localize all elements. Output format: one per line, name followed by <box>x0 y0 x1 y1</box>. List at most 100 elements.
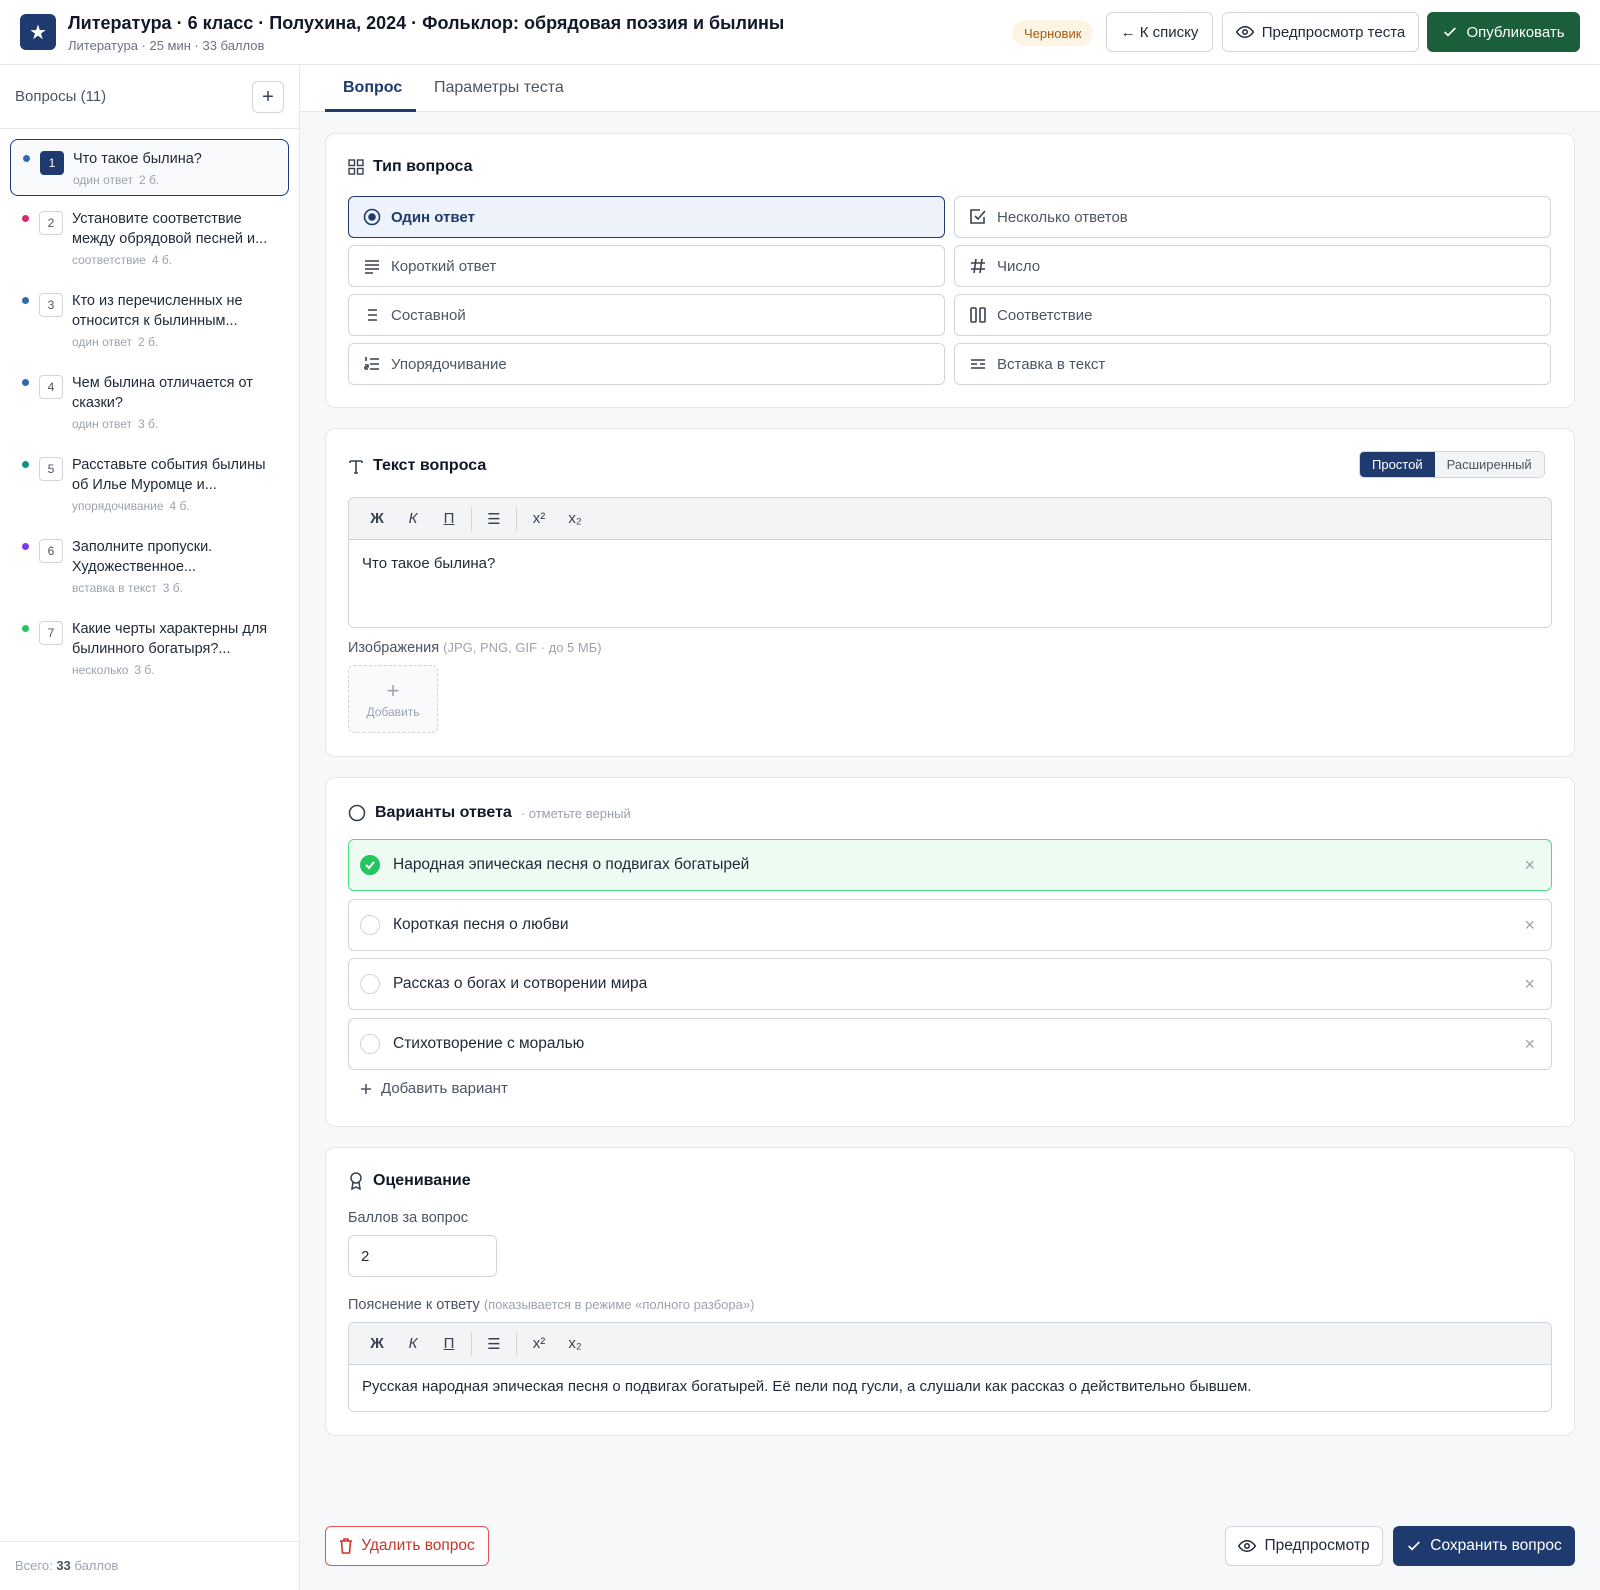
answer-radio[interactable] <box>360 915 380 935</box>
answer-option[interactable]: Короткая песня о любви × <box>348 899 1552 951</box>
list-button[interactable]: ☰ <box>476 1329 512 1359</box>
editor-toolbar: Ж К П ☰ x² x₂ <box>349 1323 1551 1365</box>
type-multiple-answers[interactable]: Несколько ответов <box>954 196 1551 238</box>
plus-icon: + <box>386 677 400 703</box>
total-suffix: баллов <box>74 1558 119 1573</box>
question-score: 2 б. <box>138 335 159 349</box>
question-text-header: Текст вопроса <box>348 457 486 475</box>
short-text-icon <box>363 257 381 275</box>
page-subtitle: Литература · 25 мин · 33 баллов <box>68 38 265 53</box>
correct-check-icon[interactable] <box>360 855 380 875</box>
answer-option[interactable]: Рассказ о богах и сотворении мира × <box>348 958 1552 1010</box>
question-title: Заполните пропуски. Художественное... <box>72 539 213 575</box>
questions-sidebar: Вопросы (11) + 1 Что такое былина? один … <box>0 65 300 1590</box>
sidebar-item-question-5[interactable]: 5 Расставьте события былины об Илье Муро… <box>10 446 289 523</box>
publish-button[interactable]: Опубликовать <box>1427 12 1580 52</box>
question-text-input[interactable]: Что такое былина? <box>349 540 1551 627</box>
subscript-button[interactable]: x₂ <box>557 504 593 534</box>
question-type: несколько <box>72 663 129 677</box>
type-short-answer[interactable]: Короткий ответ <box>348 245 945 287</box>
bold-button[interactable]: Ж <box>359 504 395 534</box>
answers-card: Варианты ответа · отметьте верный Народн… <box>325 777 1575 1127</box>
answers-title: Варианты ответа <box>375 804 512 821</box>
preview-question-button[interactable]: Предпросмотр <box>1225 1526 1383 1566</box>
answer-text[interactable]: Стихотворение с моралью <box>393 1035 584 1053</box>
trash-icon <box>339 1538 353 1554</box>
columns-icon <box>969 306 987 324</box>
delete-question-button[interactable]: Удалить вопрос <box>325 1526 489 1566</box>
question-title: Кто из перечисленных не относится к были… <box>72 293 243 329</box>
answer-radio[interactable] <box>360 1034 380 1054</box>
superscript-button[interactable]: x² <box>521 1329 557 1359</box>
delete-answer-icon[interactable]: × <box>1524 915 1535 936</box>
delete-answer-icon[interactable]: × <box>1524 974 1535 995</box>
delete-answer-icon[interactable]: × <box>1524 855 1535 876</box>
delete-question-label: Удалить вопрос <box>361 1537 475 1554</box>
add-variant-button[interactable]: Добавить вариант <box>360 1080 508 1097</box>
question-color-dot <box>22 297 29 304</box>
subscript-button[interactable]: x₂ <box>557 1329 593 1359</box>
answers-hint: · отметьте верный <box>520 805 631 821</box>
question-color-dot <box>22 379 29 386</box>
preview-test-button[interactable]: Предпросмотр теста <box>1222 12 1419 52</box>
question-title: Установите соответствие между обрядовой … <box>72 211 268 247</box>
question-preview: Расставьте события былины об Илье Муромц… <box>72 455 280 516</box>
editor-toolbar: Ж К П ☰ x² x₂ <box>349 498 1551 540</box>
type-label: Вставка в текст <box>997 355 1106 373</box>
question-color-dot <box>22 215 29 222</box>
back-to-list-button[interactable]: ← К списку <box>1106 12 1213 52</box>
question-title: Что такое былина? <box>73 151 202 167</box>
answer-option[interactable]: Стихотворение с моралью × <box>348 1018 1552 1070</box>
question-score: 3 б. <box>138 417 159 431</box>
sidebar-item-question-1[interactable]: 1 Что такое былина? один ответ 2 б. <box>10 139 289 196</box>
save-question-button[interactable]: Сохранить вопрос <box>1393 1526 1575 1566</box>
type-matching[interactable]: Соответствие <box>954 294 1551 336</box>
type-ordering[interactable]: Упорядочивание <box>348 343 945 385</box>
list-button[interactable]: ☰ <box>476 504 512 534</box>
answer-text[interactable]: Рассказ о богах и сотворении мира <box>393 975 647 993</box>
underline-button[interactable]: П <box>431 1329 467 1359</box>
save-question-label: Сохранить вопрос <box>1430 1537 1562 1554</box>
sidebar-item-question-7[interactable]: 7 Какие черты характерны для былинного б… <box>10 610 289 687</box>
type-number[interactable]: Число <box>954 245 1551 287</box>
tab-question[interactable]: Вопрос <box>343 79 402 97</box>
toolbar-divider <box>516 506 517 531</box>
answer-radio[interactable] <box>360 974 380 994</box>
question-score: 3 б. <box>162 581 184 595</box>
question-score: 4 б. <box>151 253 173 267</box>
type-insert-text[interactable]: Вставка в текст <box>954 343 1551 385</box>
italic-button[interactable]: К <box>395 504 431 534</box>
grading-card: Оценивание Баллов за вопрос Пояснение к … <box>325 1147 1575 1436</box>
answer-option[interactable]: Народная эпическая песня о подвигах бога… <box>348 839 1552 891</box>
type-single-answer[interactable]: Один ответ <box>348 196 945 238</box>
eye-icon <box>1238 1537 1257 1555</box>
answer-text[interactable]: Короткая песня о любви <box>393 916 568 934</box>
sidebar-item-question-4[interactable]: 4 Чем былина отличается от сказки? один … <box>10 364 289 441</box>
mode-advanced[interactable]: Расширенный <box>1434 452 1544 477</box>
type-label: Несколько ответов <box>997 208 1128 226</box>
bold-button[interactable]: Ж <box>359 1329 395 1359</box>
hash-icon <box>969 257 987 275</box>
mode-simple[interactable]: Простой <box>1360 452 1435 477</box>
score-input[interactable] <box>348 1235 497 1277</box>
sidebar-item-question-3[interactable]: 3 Кто из перечисленных не относится к бы… <box>10 282 289 359</box>
sidebar-item-question-6[interactable]: 6 Заполните пропуски. Художественное... … <box>10 528 289 605</box>
add-image-button[interactable]: + Добавить <box>348 665 438 733</box>
underline-button[interactable]: П <box>431 504 467 534</box>
answer-text[interactable]: Народная эпическая песня о подвигах бога… <box>393 856 749 874</box>
explanation-input[interactable]: Русская народная эпическая песня о подви… <box>349 1365 1551 1411</box>
question-number: 7 <box>39 621 63 645</box>
italic-button[interactable]: К <box>395 1329 431 1359</box>
tab-test-settings[interactable]: Параметры теста <box>434 79 564 97</box>
type-compound[interactable]: Составной <box>348 294 945 336</box>
question-title: Расставьте события былины об Илье Муромц… <box>72 457 266 493</box>
type-label: Короткий ответ <box>391 257 497 275</box>
delete-answer-icon[interactable]: × <box>1524 1034 1535 1055</box>
add-question-button[interactable]: + <box>252 81 284 113</box>
eye-icon <box>1235 23 1254 41</box>
question-number: 1 <box>40 151 64 175</box>
type-label: Упорядочивание <box>391 355 507 373</box>
sidebar-item-question-2[interactable]: 2 Установите соответствие между обрядово… <box>10 200 289 277</box>
sidebar-title: Вопросы (11) <box>15 88 107 105</box>
superscript-button[interactable]: x² <box>521 504 557 534</box>
